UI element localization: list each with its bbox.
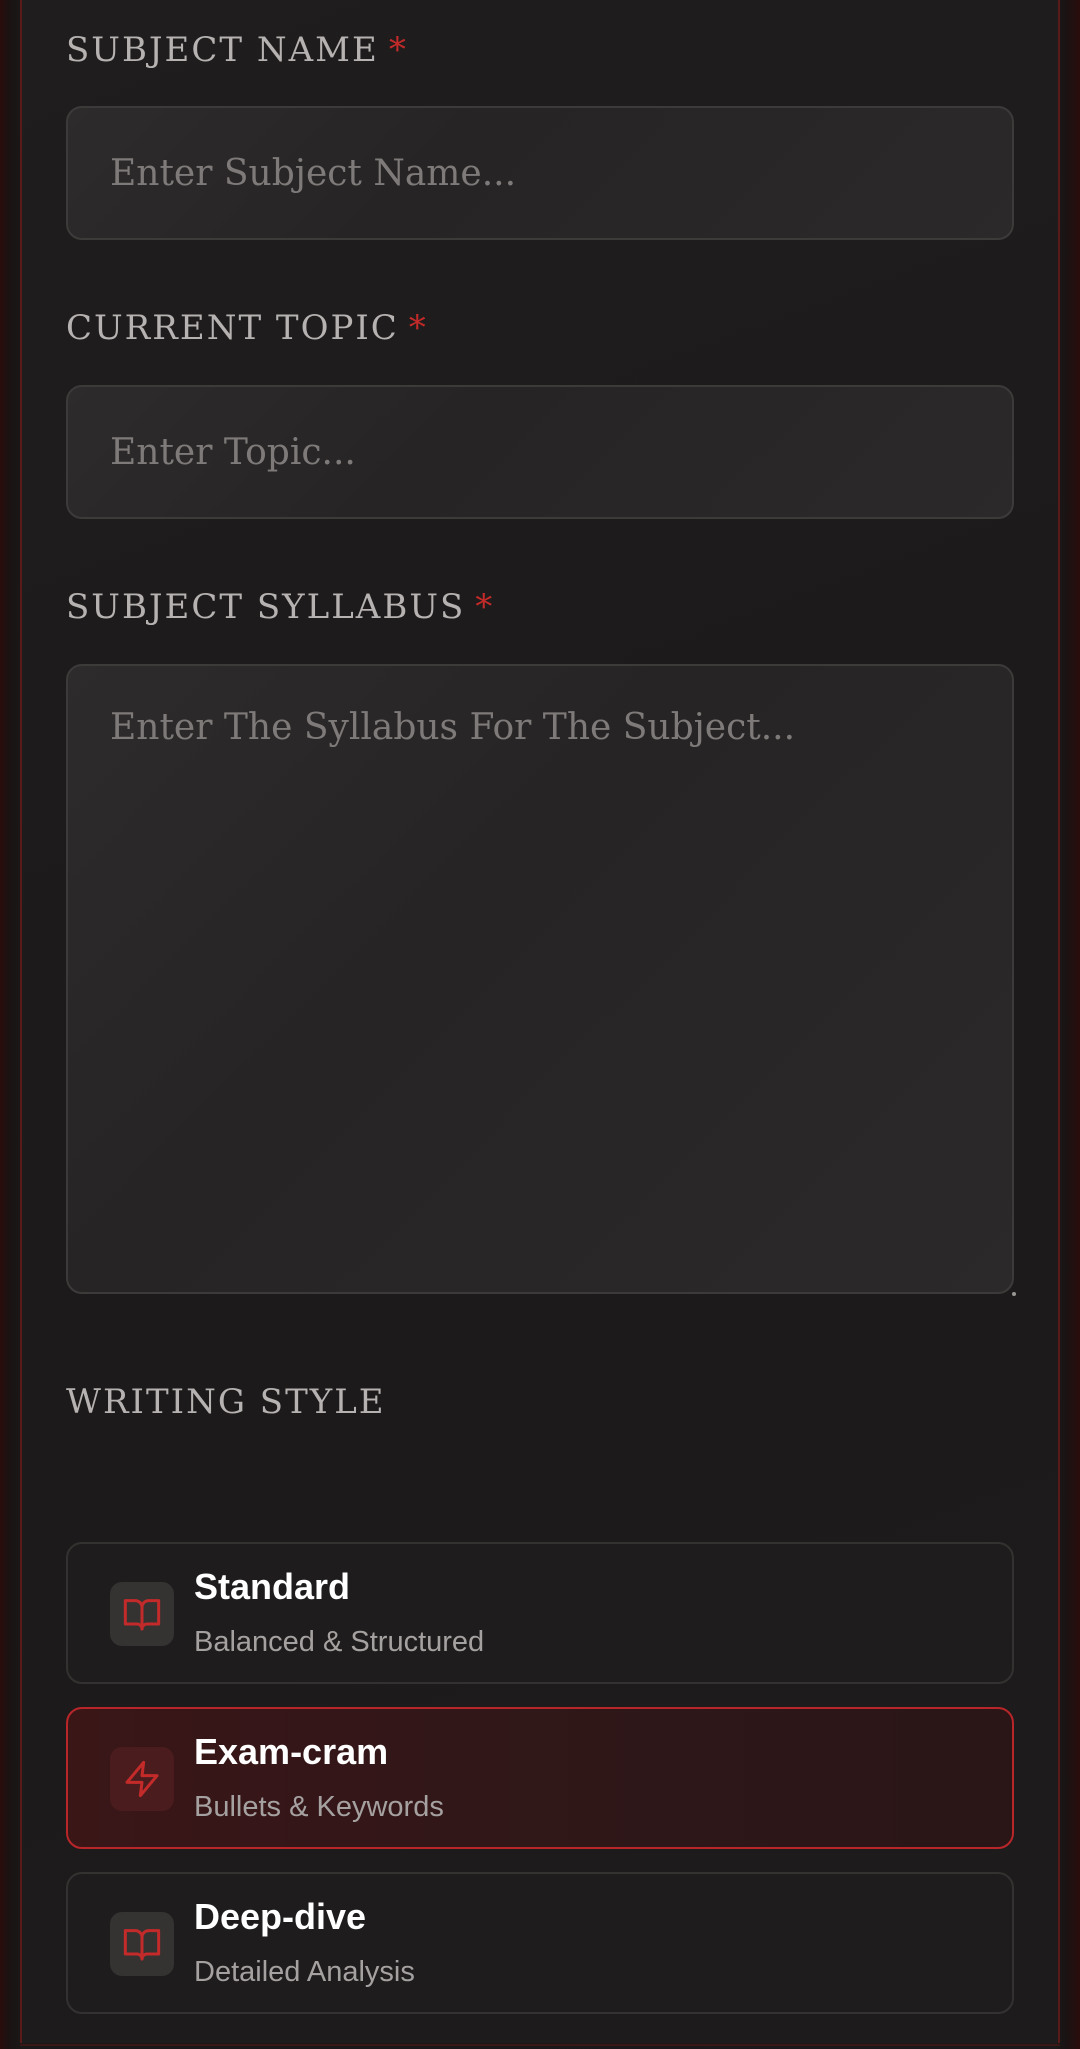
resize-handle[interactable] (1012, 1292, 1016, 1296)
subject-name-input[interactable] (68, 108, 1012, 238)
style-option-title: Deep-dive (194, 1896, 367, 1937)
book-icon (110, 1912, 174, 1976)
subject-syllabus-label-text: SUBJECT SYLLABUS (66, 587, 466, 627)
subject-syllabus-textarea[interactable] (68, 666, 1012, 1292)
subject-name-label: SUBJECT NAME * (66, 30, 408, 70)
subject-name-label-text: SUBJECT NAME (66, 30, 379, 70)
style-option-title: Exam-cram (194, 1731, 389, 1772)
writing-style-label: WRITING STYLE (66, 1382, 386, 1422)
style-option-title: Standard (194, 1566, 351, 1607)
current-topic-label: CURRENT TOPIC * (66, 308, 428, 348)
style-option-subtitle: Balanced & Structured (194, 1626, 485, 1658)
required-asterisk: * (475, 587, 495, 627)
book-icon (110, 1582, 174, 1646)
required-asterisk: * (408, 308, 428, 348)
style-option-subtitle: Bullets & Keywords (194, 1791, 444, 1823)
style-option-deep-dive[interactable]: Deep-dive Detailed Analysis (66, 1872, 1014, 2014)
subject-name-field-container (66, 106, 1014, 240)
writing-style-label-text: WRITING STYLE (66, 1382, 386, 1422)
subject-syllabus-field-container (66, 664, 1016, 1296)
lightning-icon (110, 1747, 174, 1811)
style-option-exam-cram[interactable]: Exam-cram Bullets & Keywords (66, 1707, 1014, 1849)
style-option-subtitle: Detailed Analysis (194, 1956, 415, 1988)
current-topic-label-text: CURRENT TOPIC (66, 308, 399, 348)
current-topic-field-container (66, 385, 1014, 519)
panel-bottom-border (20, 2044, 1060, 2046)
subject-syllabus-label: SUBJECT SYLLABUS * (66, 587, 494, 627)
style-option-standard[interactable]: Standard Balanced & Structured (66, 1542, 1014, 1684)
required-asterisk: * (388, 30, 408, 70)
current-topic-input[interactable] (68, 387, 1012, 517)
